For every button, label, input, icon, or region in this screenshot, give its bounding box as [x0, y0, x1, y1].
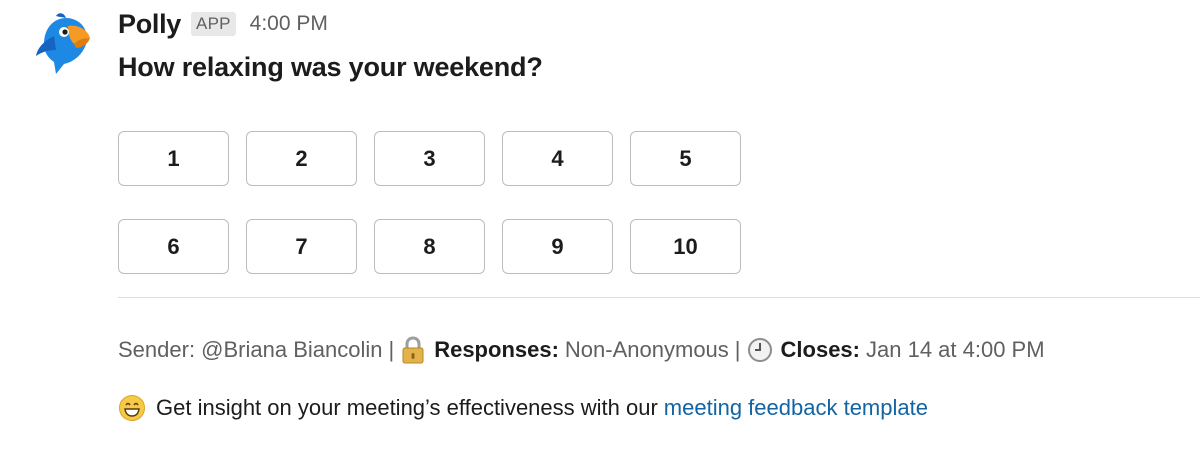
- poll-option-button[interactable]: 7: [246, 219, 357, 274]
- poll-option-button[interactable]: 6: [118, 219, 229, 274]
- polly-parrot-avatar[interactable]: [34, 12, 94, 74]
- poll-options-row-2: 6 7 8 9 10: [118, 219, 741, 274]
- poll-meta-line: Sender: @Briana Biancolin | Responses: N…: [118, 336, 1045, 364]
- separator: |: [734, 337, 741, 362]
- message-header: Polly APP 4:00 PM: [118, 6, 328, 42]
- closes-value: Jan 14 at 4:00 PM: [866, 337, 1045, 362]
- message-timestamp[interactable]: 4:00 PM: [250, 12, 328, 36]
- separator: |: [388, 337, 395, 362]
- poll-option-button[interactable]: 1: [118, 131, 229, 186]
- footer-tip: Get insight on your meeting’s effectiven…: [118, 394, 928, 422]
- padlock-icon: [402, 336, 424, 364]
- footer-text: Get insight on your meeting’s effectiven…: [156, 395, 658, 420]
- sender-name[interactable]: Polly: [118, 9, 181, 40]
- grinning-emoji-icon: [119, 395, 145, 421]
- closes-label: Closes:: [780, 337, 860, 362]
- poll-question: How relaxing was your weekend?: [118, 52, 543, 82]
- poll-option-button[interactable]: 3: [374, 131, 485, 186]
- responses-label: Responses:: [434, 337, 559, 362]
- app-badge: APP: [191, 12, 236, 36]
- poll-options-row-1: 1 2 3 4 5: [118, 131, 741, 186]
- poll-option-button[interactable]: 8: [374, 219, 485, 274]
- poll-option-button[interactable]: 5: [630, 131, 741, 186]
- divider: [118, 297, 1200, 298]
- poll-option-button[interactable]: 9: [502, 219, 613, 274]
- poll-option-button[interactable]: 4: [502, 131, 613, 186]
- sender-info: Sender: @Briana Biancolin: [118, 337, 383, 362]
- poll-option-button[interactable]: 10: [630, 219, 741, 274]
- clock-icon: [747, 338, 772, 362]
- responses-value: Non-Anonymous: [564, 337, 729, 362]
- meeting-feedback-template-link[interactable]: meeting feedback template: [664, 395, 928, 421]
- poll-option-button[interactable]: 2: [246, 131, 357, 186]
